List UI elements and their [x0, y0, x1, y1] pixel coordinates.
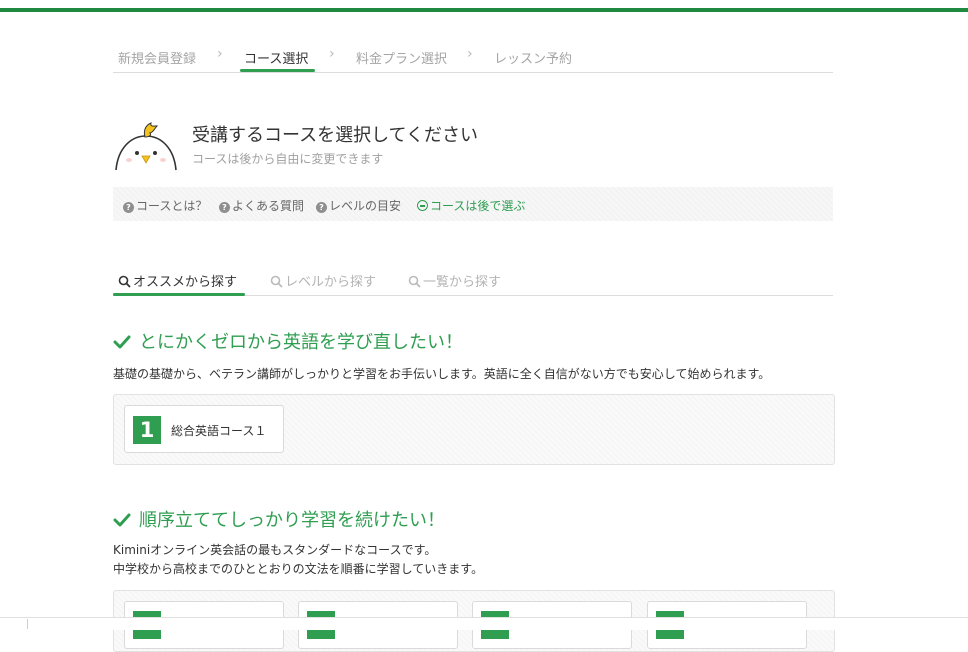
top-accent-bar: [0, 8, 968, 12]
course-name: 総合英語コース１: [171, 424, 267, 438]
section-description: 基礎の基礎から、ベテラン講師がしっかりと学習をお手伝いします。英語に全く自信がな…: [113, 367, 771, 381]
help-link-level-guide[interactable]: ? レベルの目安: [316, 197, 401, 214]
search-icon: [270, 275, 283, 288]
step-course-select: コース選択: [244, 52, 309, 67]
page-subtitle: コースは後から自由に変更できます: [192, 152, 384, 166]
bottom-status-bar: [0, 617, 968, 630]
tab-recommended[interactable]: オススメから探す: [118, 271, 237, 290]
tab-by-level[interactable]: レベルから探す: [270, 271, 376, 290]
registration-steps: 新規会員登録 › コース選択 › 料金プラン選択 › レッスン予約: [113, 40, 833, 73]
step-lesson-booking: レッスン予約: [494, 52, 573, 67]
chevron-right-icon: ›: [467, 46, 473, 62]
question-icon: ?: [219, 202, 230, 213]
step-plan-select: 料金プラン選択: [356, 52, 448, 67]
help-link-what-is-course[interactable]: ? コースとは？: [123, 197, 207, 214]
chevron-right-icon: ›: [329, 46, 335, 62]
tab-list[interactable]: 一覧から探す: [408, 271, 501, 290]
check-icon: [113, 335, 131, 349]
question-icon: ?: [123, 202, 134, 213]
section-title-from-zero: とにかくゼロから英語を学び直したい！: [113, 328, 463, 354]
bird-mascot-icon: [115, 122, 177, 171]
search-icon: [118, 275, 131, 288]
active-tab-underline: [113, 293, 245, 296]
course-list: 1 総合英語コース１: [113, 394, 835, 465]
question-icon: ?: [316, 202, 327, 213]
course-number-badge: 1: [133, 416, 161, 444]
help-links-bar: ? コースとは？ ? よくある質問 ? レベルの目安 コースは後で選ぶ: [113, 187, 833, 221]
active-step-underline: [240, 69, 315, 72]
minus-circle-icon: [417, 200, 428, 211]
step-new-member: 新規会員登録: [118, 52, 197, 67]
chevron-right-icon: ›: [217, 46, 223, 62]
course-card-general-english-1[interactable]: 1 総合英語コース１: [124, 405, 284, 453]
search-tabs: オススメから探す レベルから探す 一覧から探す: [113, 264, 833, 296]
search-icon: [408, 275, 421, 288]
section-description-line-2: 中学校から高校までのひととおりの文法を順番に学習していきます。: [113, 562, 484, 576]
help-link-faq[interactable]: ? よくある質問: [219, 197, 304, 214]
choose-course-later-link[interactable]: コースは後で選ぶ: [417, 197, 525, 214]
bottom-divider: [27, 619, 28, 629]
section-title-step-by-step: 順序立ててしっかり学習を続けたい！: [113, 506, 445, 532]
check-icon: [113, 513, 131, 527]
section-description-line-1: Kiminiオンライン英会話の最もスタンダードなコースです。: [113, 543, 437, 557]
page-title: 受講するコースを選択してください: [192, 125, 479, 146]
